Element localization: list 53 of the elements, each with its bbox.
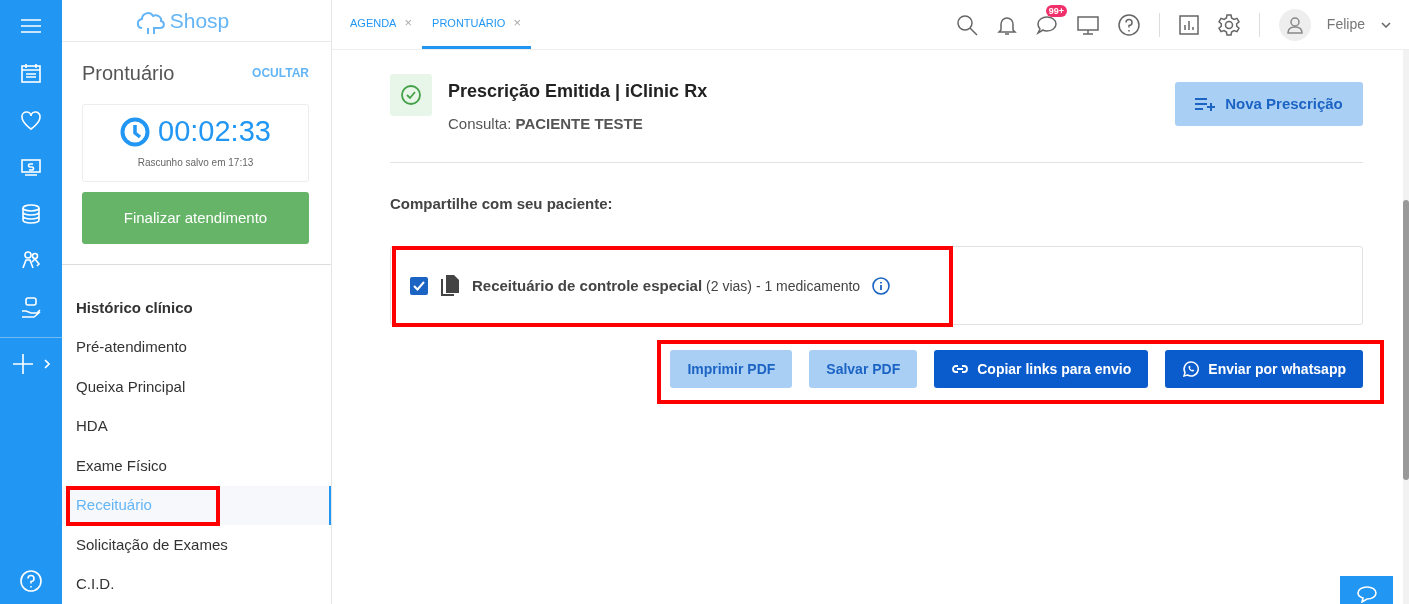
sidebar-item[interactable]: Solicitação de Exames [62,525,331,565]
close-icon[interactable]: × [404,13,413,33]
user-name[interactable]: Felipe [1326,14,1365,35]
sidebar-item[interactable]: C.I.D. [62,564,331,604]
action-button[interactable]: Copiar links para envio [934,350,1149,388]
notification-badge: 99+ [1045,4,1068,18]
panel-title: Prontuário [82,61,175,86]
tab[interactable]: PRONTUÁRIO × [422,0,531,49]
sidebar-item[interactable]: Pré-atendimento [62,327,331,367]
chat-icon [1355,585,1378,603]
tab[interactable]: AGENDA × [340,0,423,49]
chat-icon[interactable] [1035,14,1058,35]
chevron-right-icon[interactable] [44,359,50,369]
checkbox[interactable] [410,276,428,295]
monitor-icon[interactable] [1076,14,1099,35]
section-heading: Histórico clínico [75,298,194,318]
document-name: Receituário de controle especial [472,276,703,294]
help-icon[interactable] [1117,13,1140,36]
heart-icon[interactable] [20,108,42,131]
search-icon[interactable] [955,13,978,36]
add-icon[interactable] [12,353,34,375]
database-icon[interactable] [20,202,42,225]
chevron-down-icon[interactable] [1381,21,1391,28]
close-icon[interactable]: × [513,13,521,33]
chat-button[interactable] [1340,576,1393,604]
sidebar-item[interactable]: Exame Físico [62,446,331,486]
add-list-icon [1195,97,1216,111]
sidebar-item[interactable]: Queixa Principal [62,367,331,407]
new-prescription-button[interactable]: Nova Prescrição [1175,82,1363,126]
timer-text: 00:02:33 [158,117,271,146]
sidebar-item[interactable]: HDA [62,406,331,446]
hand-chat-icon[interactable] [20,296,42,319]
menu-icon[interactable] [21,17,41,34]
scrollbar[interactable] [1403,50,1409,604]
calendar-icon[interactable] [20,61,42,84]
chart-icon[interactable] [1178,14,1199,35]
action-button[interactable]: Enviar por whatsapp [1165,350,1363,388]
finish-button[interactable]: Finalizar atendimento [82,192,309,244]
success-icon [390,74,432,116]
prescription-title: Prescrição Emitida | iClinic Rx [448,80,708,103]
clock-icon [120,116,151,147]
document-detail: (2 vias) - 1 medicamento [706,277,861,294]
avatar[interactable] [1278,8,1311,41]
logo-text: Shosp [169,7,230,34]
share-heading: Compartilhe com seu paciente: [390,193,614,214]
settings-icon[interactable] [1217,13,1240,36]
document-icon [440,274,460,297]
info-icon[interactable] [872,276,891,295]
saved-status: Rascunho salvo em 17:13 [137,155,254,170]
sidebar-item[interactable]: Receituário [62,485,331,525]
consultation-text: Consulta: PACIENTE TESTE [448,114,644,134]
hide-link[interactable]: OCULTAR [252,64,309,82]
whatsapp-icon [1182,360,1201,378]
